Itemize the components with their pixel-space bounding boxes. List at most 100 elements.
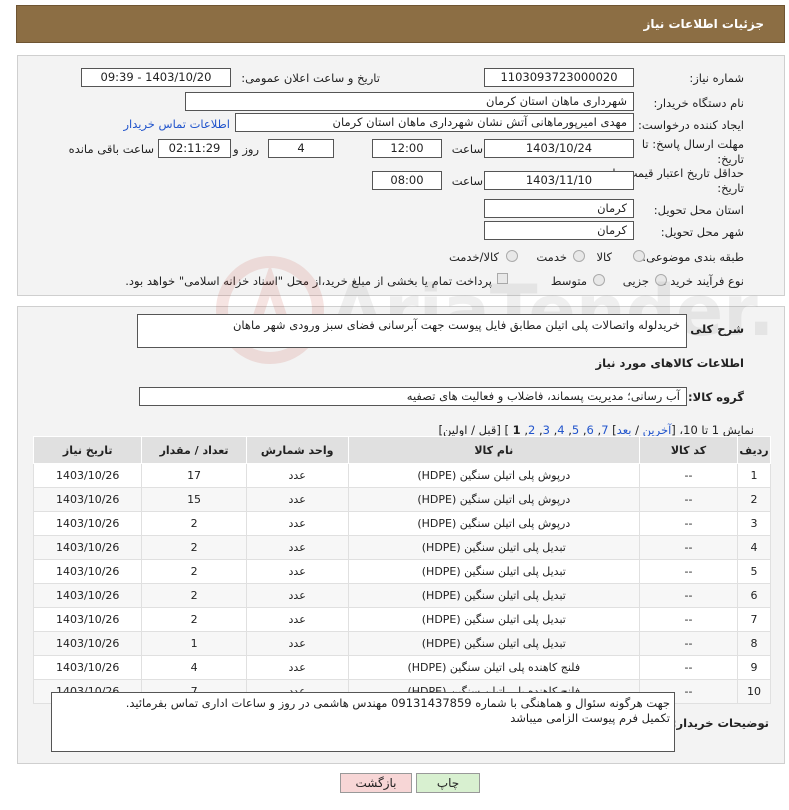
page-header: جزئیات اطلاعات نیاز xyxy=(16,5,785,43)
cell-name: تبدیل پلی اتیلن سنگین (HDPE) xyxy=(347,607,640,632)
cell-row: 9 xyxy=(737,655,771,680)
process-radio-minor[interactable] xyxy=(655,274,667,286)
price-validity-time-field: 08:00 xyxy=(372,171,442,190)
pagination-next[interactable]: بعد xyxy=(617,423,632,437)
cell-date: 1403/10/26 xyxy=(32,559,143,584)
category-radio-goods-service[interactable] xyxy=(506,250,518,262)
cell-name: تبدیل پلی اتیلن سنگین (HDPE) xyxy=(347,535,640,560)
cell-qty: 15 xyxy=(141,487,247,512)
buyer-notes-label: توضیحات خریدار: xyxy=(671,716,769,730)
buyer-notes-line1: جهت هرگونه سئوال و هماهنگی با شماره 0913… xyxy=(125,696,670,710)
requester-label: ایجاد کننده درخواست: xyxy=(638,118,744,132)
payment-note: پرداخت تمام یا بخشی از مبلغ خرید،از محل … xyxy=(125,274,492,288)
price-validity-date-field: 1403/11/10 xyxy=(484,171,634,190)
announce-label: تاریخ و ساعت اعلان عمومی: xyxy=(241,71,380,85)
cell-row: 2 xyxy=(737,487,771,512)
category-option-service: خدمت xyxy=(536,250,567,264)
description-box: خریدلوله واتصالات پلی اتیلن مطابق فایل پ… xyxy=(137,314,687,348)
cell-unit: عدد xyxy=(245,487,349,512)
cell-unit: عدد xyxy=(245,511,349,536)
pagination-slash: / xyxy=(631,423,643,437)
announce-field: 1403/10/20 - 09:39 xyxy=(81,68,231,87)
deadline-date-field: 1403/10/24 xyxy=(484,139,634,158)
cell-name: تبدیل پلی اتیلن سنگین (HDPE) xyxy=(347,631,640,656)
buyer-contact-link[interactable]: اطلاعات تماس خریدار xyxy=(123,117,230,131)
col-name: نام کالا xyxy=(347,436,640,464)
cell-unit: عدد xyxy=(245,559,349,584)
back-button[interactable]: بازگشت xyxy=(340,773,412,793)
buyer-org-label: نام دستگاه خریدار: xyxy=(653,96,744,110)
cell-code: -- xyxy=(638,463,739,488)
table-row: 5 -- تبدیل پلی اتیلن سنگین (HDPE) عدد 2 1403/… xyxy=(32,559,771,584)
cell-code: -- xyxy=(638,655,739,680)
pagination-page-3[interactable]: 3 xyxy=(543,423,550,437)
city-field: کرمان xyxy=(484,221,634,240)
print-button[interactable]: چاپ xyxy=(416,773,480,793)
pagination-page-6[interactable]: 6 xyxy=(587,423,594,437)
cell-unit: عدد xyxy=(245,607,349,632)
process-radio-medium[interactable] xyxy=(593,274,605,286)
cell-row: 10 xyxy=(737,679,771,704)
cell-code: -- xyxy=(638,511,739,536)
pagination-current: 1 xyxy=(512,423,521,437)
buyer-notes-line2: تکمیل فرم پیوست الزامی میباشد xyxy=(510,711,670,725)
pagination-showing: نمایش 1 تا 10، xyxy=(679,423,754,437)
cell-code: -- xyxy=(638,583,739,608)
need-number-field: 1103093723000020 xyxy=(484,68,634,87)
pagination-page-4[interactable]: 4 xyxy=(557,423,564,437)
cell-unit: عدد xyxy=(245,463,349,488)
price-validity-time-label: ساعت xyxy=(451,174,483,188)
cell-row: 4 xyxy=(737,535,771,560)
treasury-checkbox[interactable] xyxy=(497,273,508,284)
cell-row: 1 xyxy=(737,463,771,488)
remaining-time-field: 02:11:29 xyxy=(158,139,231,158)
cell-code: -- xyxy=(638,487,739,512)
cell-code: -- xyxy=(638,631,739,656)
pagination-page-5[interactable]: 5 xyxy=(572,423,579,437)
pagination-page-7[interactable]: 7 xyxy=(601,423,608,437)
remaining-label: ساعت باقی مانده xyxy=(68,142,154,156)
category-label: طبقه بندی موضوعی: xyxy=(642,250,744,264)
table-row: 8 -- تبدیل پلی اتیلن سنگین (HDPE) عدد 1 1403/… xyxy=(32,631,771,656)
category-radio-goods[interactable] xyxy=(633,250,645,262)
pagination: نمایش 1 تا 10، [آخرین / بعد] 7, 6, 5, 4,… xyxy=(438,423,754,437)
table-row: 2 -- درپوش پلی اتیلن سنگین (HDPE) عدد 15 1403… xyxy=(32,487,771,512)
goods-group-field: آب رسانی؛ مدیریت پسماند، فاضلاب و فعالیت… xyxy=(139,387,687,406)
cell-name: درپوش پلی اتیلن سنگین (HDPE) xyxy=(347,463,640,488)
cell-unit: عدد xyxy=(245,655,349,680)
cell-date: 1403/10/26 xyxy=(32,607,143,632)
deadline-time-field: 12:00 xyxy=(372,139,442,158)
pagination-last[interactable]: آخرین xyxy=(643,423,672,437)
pagination-page-2[interactable]: 2 xyxy=(528,423,535,437)
cell-unit: عدد xyxy=(245,583,349,608)
cell-name: درپوش پلی اتیلن سنگین (HDPE) xyxy=(347,487,640,512)
cell-unit: عدد xyxy=(245,631,349,656)
page-title: جزئیات اطلاعات نیاز xyxy=(643,17,764,31)
buyer-notes-box: جهت هرگونه سئوال و هماهنگی با شماره 0913… xyxy=(51,692,675,752)
table-row: 3 -- درپوش پلی اتیلن سنگین (HDPE) عدد 2 1403/… xyxy=(32,511,771,536)
goods-group-label: گروه کالا: xyxy=(688,390,744,404)
buyer-org-field: شهرداری ماهان استان کرمان xyxy=(185,92,634,111)
cell-qty: 2 xyxy=(141,535,247,560)
cell-qty: 4 xyxy=(141,655,247,680)
table-row: 4 -- تبدیل پلی اتیلن سنگین (HDPE) عدد 2 1403/… xyxy=(32,535,771,560)
description-text: خریدلوله واتصالات پلی اتیلن مطابق فایل پ… xyxy=(232,318,680,332)
category-radio-service[interactable] xyxy=(573,250,585,262)
cell-row: 3 xyxy=(737,511,771,536)
col-code: کد کالا xyxy=(638,436,739,464)
process-option-medium: متوسط xyxy=(550,274,587,288)
cell-code: -- xyxy=(638,607,739,632)
table-row: 7 -- تبدیل پلی اتیلن سنگین (HDPE) عدد 2 1403/… xyxy=(32,607,771,632)
col-row: ردیف xyxy=(737,436,771,464)
cell-date: 1403/10/26 xyxy=(32,487,143,512)
cell-unit: عدد xyxy=(245,535,349,560)
cell-date: 1403/10/26 xyxy=(32,463,143,488)
cell-row: 5 xyxy=(737,559,771,584)
col-qty: تعداد / مقدار xyxy=(141,436,247,464)
cell-qty: 2 xyxy=(141,559,247,584)
table-header-row: ردیف کد کالا نام کالا واحد شمارش تعداد /… xyxy=(32,436,771,464)
category-option-goods: کالا xyxy=(596,250,612,264)
cell-qty: 2 xyxy=(141,607,247,632)
cell-code: -- xyxy=(638,535,739,560)
process-option-minor: جزیی xyxy=(622,274,649,288)
